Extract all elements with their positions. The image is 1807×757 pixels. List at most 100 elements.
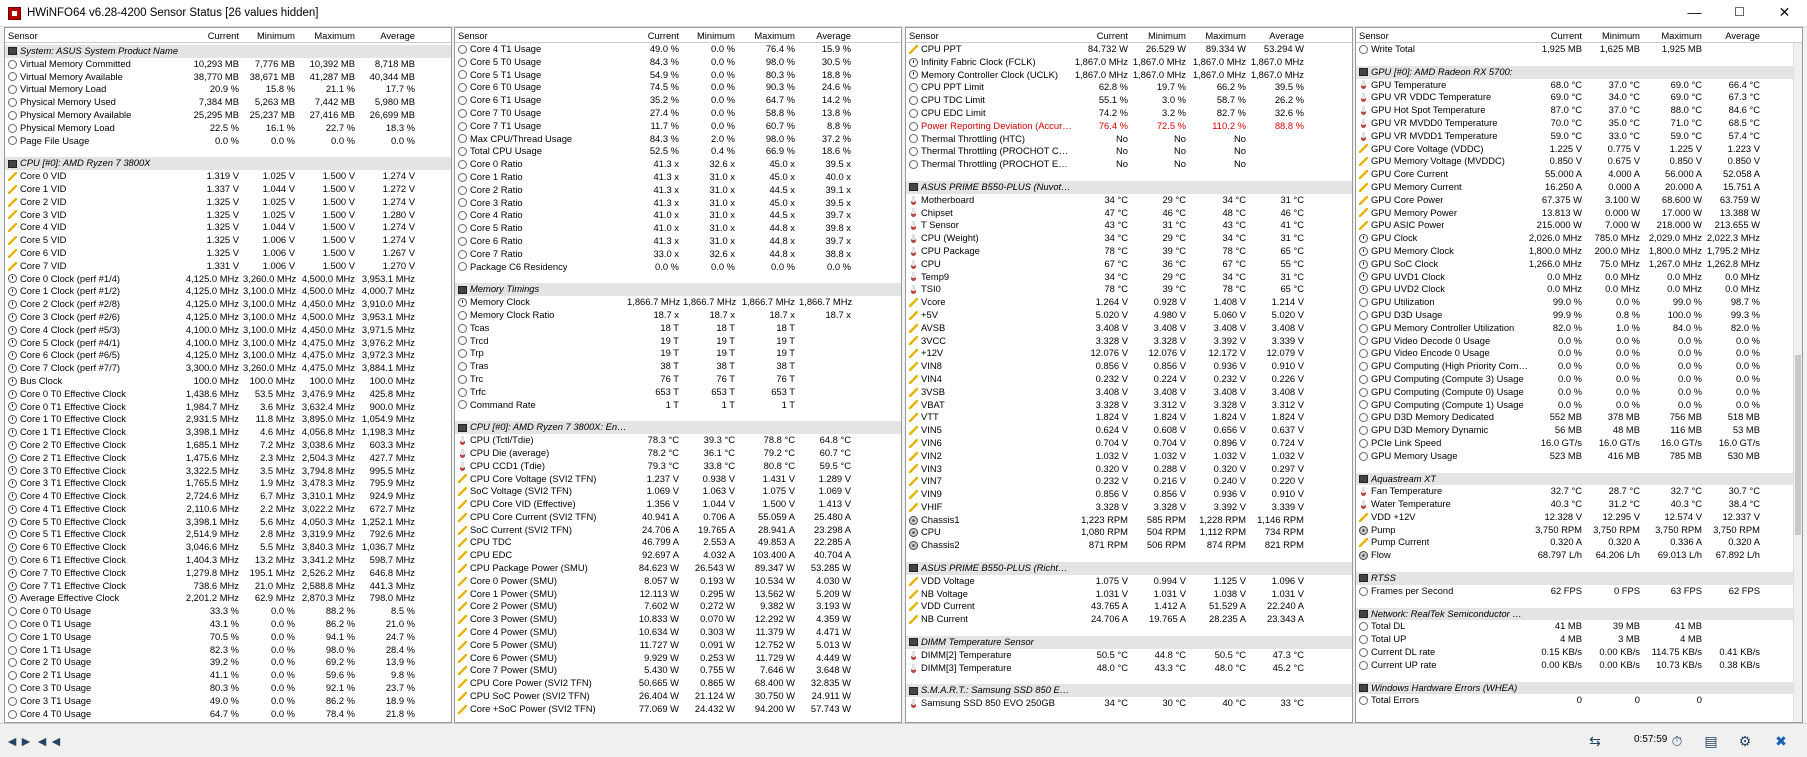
sensor-row[interactable]: Core 6 T1 Effective Clock 1,404.3 MHz 13.2… xyxy=(5,554,451,567)
sensor-row[interactable]: Core 5 Power (SMU) 11.727 W 0.091 W 12.752 … xyxy=(455,639,901,652)
sensor-row[interactable]: Vcore 1.264 V 0.928 V 1.408 V 1.214 V xyxy=(906,296,1352,309)
column-header-average[interactable]: Average xyxy=(1706,28,1764,42)
sensor-group-header[interactable]: System: ASUS System Product Name xyxy=(5,45,451,58)
sensor-row[interactable]: Bus Clock 100.0 MHz 100.0 MHz 100.0 MHz 100.… xyxy=(5,375,451,388)
sensor-row[interactable]: Core 5 T1 Effective Clock 2,514.9 MHz 2.8 … xyxy=(5,528,451,541)
sensor-row[interactable]: GPU Temperature 68.0 °C 37.0 °C 69.0 °C 66.4… xyxy=(1356,79,1802,92)
sensor-row[interactable]: Core 3 T1 Usage 49.0 % 0.0 % 86.2 % 18.9 % xyxy=(5,695,451,708)
sensor-row[interactable]: Core 2 T1 Effective Clock 1,475.6 MHz 2.3 … xyxy=(5,452,451,465)
sensor-row[interactable]: Core 1 T0 Usage 70.5 % 0.0 % 94.1 % 24.7 % xyxy=(5,631,451,644)
sensor-row[interactable]: Trfc 653 T 653 T 653 T xyxy=(455,386,901,399)
sensor-row[interactable]: Current DL rate 0.15 KB/s 0.00 KB/s 114.75 … xyxy=(1356,646,1802,659)
sensor-row[interactable]: Core 6 Clock (perf #6/5) 4,125.0 MHz 3,100… xyxy=(5,349,451,362)
sensor-row[interactable]: T Sensor 43 °C 31 °C 43 °C 41 °C xyxy=(906,219,1352,232)
sensor-row[interactable]: Core 3 Power (SMU) 10.833 W 0.070 W 12.292 … xyxy=(455,613,901,626)
sensor-row[interactable]: DIMM[2] Temperature 50.5 °C 44.8 °C 50.5 °C… xyxy=(906,649,1352,662)
sensor-row[interactable]: VIN4 0.232 V 0.224 V 0.232 V 0.226 V xyxy=(906,373,1352,386)
sensor-row[interactable]: Core 3 Ratio 41.3 x 31.0 x 45.0 x 39.5 x xyxy=(455,197,901,210)
sensor-group-header[interactable]: Windows Hardware Errors (WHEA) xyxy=(1356,681,1802,695)
sensor-row[interactable]: SoC Voltage (SVI2 TFN) 1.069 V 1.063 V 1.07… xyxy=(455,485,901,498)
sensor-row[interactable]: CPU CCD1 (Tdie) 79.3 °C 33.8 °C 80.8 °C 59.5… xyxy=(455,460,901,473)
column-header-current[interactable]: Current xyxy=(1072,28,1132,42)
sensor-row[interactable]: Core 7 T1 Effective Clock 738.6 MHz 21.0 M… xyxy=(5,580,451,593)
sensor-row[interactable]: Core 7 Ratio 33.0 x 32.6 x 44.8 x 38.8 x xyxy=(455,248,901,261)
column-header-minimum[interactable]: Minimum xyxy=(1132,28,1190,42)
sensor-row[interactable]: Core 5 T1 Usage 54.9 % 0.0 % 80.3 % 18.8 % xyxy=(455,69,901,82)
sensor-row[interactable]: CPU 1,080 RPM 504 RPM 1,112 RPM 734 RPM xyxy=(906,526,1352,539)
sensor-row[interactable]: GPU Utilization 99.0 % 0.0 % 99.0 % 98.7 % xyxy=(1356,296,1802,309)
sensor-row[interactable]: Thermal Throttling (PROCHOT EXT) No No No xyxy=(906,158,1352,171)
sensor-row[interactable]: Core 6 Power (SMU) 9.929 W 0.253 W 11.729 W… xyxy=(455,652,901,665)
sensor-row[interactable]: CPU Package Power (SMU) 84.623 W 26.543 W8… xyxy=(455,562,901,575)
sensor-row[interactable]: Core 7 T0 Effective Clock 1,279.8 MHz 195.… xyxy=(5,567,451,580)
sensor-row[interactable]: Total Errors 0 0 0 xyxy=(1356,694,1802,707)
sensor-row[interactable]: PCIe Link Speed 16.0 GT/s 16.0 GT/s 16.0 GT… xyxy=(1356,437,1802,450)
sensor-row[interactable]: Average Effective Clock 2,201.2 MHz 62.9 M… xyxy=(5,592,451,605)
sensor-group-header[interactable]: S.M.A.R.T.: Samsung SSD 850 EVO 250... xyxy=(906,684,1352,698)
sensor-row[interactable]: GPU VR MVDD1 Temperature 59.0 °C 33.0 °C 59… xyxy=(1356,130,1802,143)
sensor-group-header[interactable]: CPU [#0]: AMD Ryzen 7 3800X: Enhanced xyxy=(455,421,901,435)
sensor-row[interactable]: Core 7 VID 1.331 V 1.006 V 1.500 V 1.270 V xyxy=(5,260,451,273)
sensor-row[interactable]: Chassis1 1,223 RPM 585 RPM 1,228 RPM 1,146 R… xyxy=(906,514,1352,527)
sensor-row[interactable]: VTT 1.824 V 1.824 V 1.824 V 1.824 V xyxy=(906,411,1352,424)
sensor-row[interactable]: Core 3 VID 1.325 V 1.025 V 1.500 V 1.280 V xyxy=(5,209,451,222)
sensor-row[interactable]: CPU Package 78 °C 39 °C 78 °C 65 °C xyxy=(906,245,1352,258)
sensor-row[interactable]: Write Total 1,925 MB 1,625 MB 1,925 MB xyxy=(1356,43,1802,56)
sensor-row[interactable]: VDD Current 43.765 A 1.412 A 51.529 A 22.240… xyxy=(906,600,1352,613)
column-header-sensor[interactable]: Sensor xyxy=(1356,28,1528,42)
sensor-row[interactable]: Pump 3,750 RPM 3,750 RPM 3,750 RPM 3,750 RPM xyxy=(1356,524,1802,537)
sensor-row[interactable]: Core 2 VID 1.325 V 1.025 V 1.500 V 1.274 V xyxy=(5,196,451,209)
sensor-row[interactable]: Core 6 Ratio 41.3 x 31.0 x 44.8 x 39.7 x xyxy=(455,235,901,248)
sensor-row[interactable]: Core 0 Clock (perf #1/4) 4,125.0 MHz 3,260… xyxy=(5,273,451,286)
sensor-row[interactable]: CPU (Weight) 34 °C 29 °C 34 °C 31 °C xyxy=(906,232,1352,245)
vertical-scrollbar[interactable] xyxy=(1793,43,1802,722)
sensor-row[interactable]: Core 5 T0 Effective Clock 3,398.1 MHz 5.6 … xyxy=(5,516,451,529)
report-icon[interactable]: ▤ xyxy=(1698,730,1724,752)
sensor-row[interactable]: Core 0 T1 Effective Clock 1,984.7 MHz 3.6 … xyxy=(5,401,451,414)
sensor-row[interactable]: GPU D3D Usage 99.9 % 0.8 % 100.0 % 99.3 % xyxy=(1356,309,1802,322)
column-header-current[interactable]: Current xyxy=(181,28,243,42)
sensor-row[interactable]: Total DL 41 MB 39 MB 41 MB xyxy=(1356,620,1802,633)
column-header-sensor[interactable]: Sensor xyxy=(906,28,1072,42)
sensor-row[interactable]: Core 2 T1 Usage 41.1 % 0.0 % 59.6 % 9.8 % xyxy=(5,669,451,682)
sensor-row[interactable]: GPU Computing (Compute 0) Usage 0.0 % 0.0 … xyxy=(1356,386,1802,399)
sensor-row[interactable]: SoC Current (SVI2 TFN) 24.706 A 19.765 A 28… xyxy=(455,524,901,537)
sensor-row[interactable]: CPU Die (average) 78.2 °C 36.1 °C 79.2 °C 60… xyxy=(455,447,901,460)
column-header-average[interactable]: Average xyxy=(359,28,419,42)
sensor-row[interactable]: GPU Memory Current 16.250 A 0.000 A 20.000 … xyxy=(1356,181,1802,194)
sensor-row[interactable]: VIN5 0.624 V 0.608 V 0.656 V 0.637 V xyxy=(906,424,1352,437)
sensor-row[interactable]: VIN6 0.704 V 0.704 V 0.896 V 0.724 V xyxy=(906,437,1352,450)
sensor-row[interactable]: NB Current 24.706 A 19.765 A 28.235 A 23.343… xyxy=(906,613,1352,626)
sensor-row[interactable]: GPU D3D Memory Dynamic 56 MB 48 MB 116 MB 53… xyxy=(1356,424,1802,437)
column-header-current[interactable]: Current xyxy=(627,28,683,42)
sensor-row[interactable]: VIN7 0.232 V 0.216 V 0.240 V 0.220 V xyxy=(906,475,1352,488)
sensor-row[interactable]: VHIF 3.328 V 3.328 V 3.392 V 3.339 V xyxy=(906,501,1352,514)
sensor-row[interactable]: Command Rate 1 T1 T1 T xyxy=(455,399,901,412)
sensor-row[interactable]: CPU TDC Limit 55.1 % 3.0 % 58.7 % 26.2 % xyxy=(906,94,1352,107)
minimize-button[interactable]: — xyxy=(1672,0,1717,27)
sensor-row[interactable]: Core 1 Clock (perf #1/2) 4,125.0 MHz 3,100… xyxy=(5,285,451,298)
sensor-row[interactable]: VDD +12V 12.328 V 12.295 V 12.574 V 12.337 V xyxy=(1356,511,1802,524)
sensor-group-header[interactable]: RTSS xyxy=(1356,572,1802,585)
sensor-row[interactable]: GPU Clock 2,026.0 MHz 785.0 MHz 2,029.0 MHz… xyxy=(1356,232,1802,245)
nav-left-icon[interactable]: ◄► xyxy=(5,730,33,752)
sensor-row[interactable]: VDD Voltage 1.075 V 0.994 V 1.125 V 1.096 V xyxy=(906,575,1352,588)
sensor-row[interactable]: Trcd 19 T 19 T 19 T xyxy=(455,335,901,348)
sensor-row[interactable]: Core 1 VID 1.337 V 1.044 V 1.500 V 1.272 V xyxy=(5,183,451,196)
sensor-row[interactable]: Core 2 Ratio 41.3 x 31.0 x 44.5 x 39.1 x xyxy=(455,184,901,197)
sensor-row[interactable]: Core 3 T0 Effective Clock 3,322.5 MHz 3.5 … xyxy=(5,465,451,478)
sensor-row[interactable]: Infinity Fabric Clock (FCLK) 1,867.0 MHz 1… xyxy=(906,56,1352,69)
sensor-row[interactable]: DIMM[3] Temperature 48.0 °C 43.3 °C 48.0 °C… xyxy=(906,662,1352,675)
sensor-row[interactable]: Core 2 Power (SMU) 7.602 W 0.272 W 9.382 W3… xyxy=(455,600,901,613)
column-header-average[interactable]: Average xyxy=(1250,28,1308,42)
clock-icon[interactable]: ⏱ xyxy=(1664,730,1690,752)
sensor-group-header[interactable]: ASUS PRIME B550-PLUS (Nuvoton NCT6... xyxy=(906,180,1352,194)
sensor-row[interactable]: Tras 38 T 38 T 38 T xyxy=(455,360,901,373)
sensor-row[interactable]: Core 2 Clock (perf #2/8) 4,125.0 MHz 3,100… xyxy=(5,298,451,311)
sensor-group-header[interactable]: CPU [#0]: AMD Ryzen 7 3800X xyxy=(5,157,451,171)
sensor-row[interactable]: Core 5 VID 1.325 V 1.006 V 1.500 V 1.274 V xyxy=(5,234,451,247)
sensor-row[interactable]: Pump Current 0.320 A 0.320 A 0.336 A 0.320 A xyxy=(1356,536,1802,549)
sensor-row[interactable]: Core 5 Clock (perf #4/1) 4,100.0 MHz 3,100… xyxy=(5,337,451,350)
sensor-row[interactable]: GPU Video Decode 0 Usage 0.0 % 0.0 % 0.0 % 0… xyxy=(1356,335,1802,348)
sensor-row[interactable]: Current UP rate 0.00 KB/s 0.00 KB/s 10.73 K… xyxy=(1356,659,1802,672)
